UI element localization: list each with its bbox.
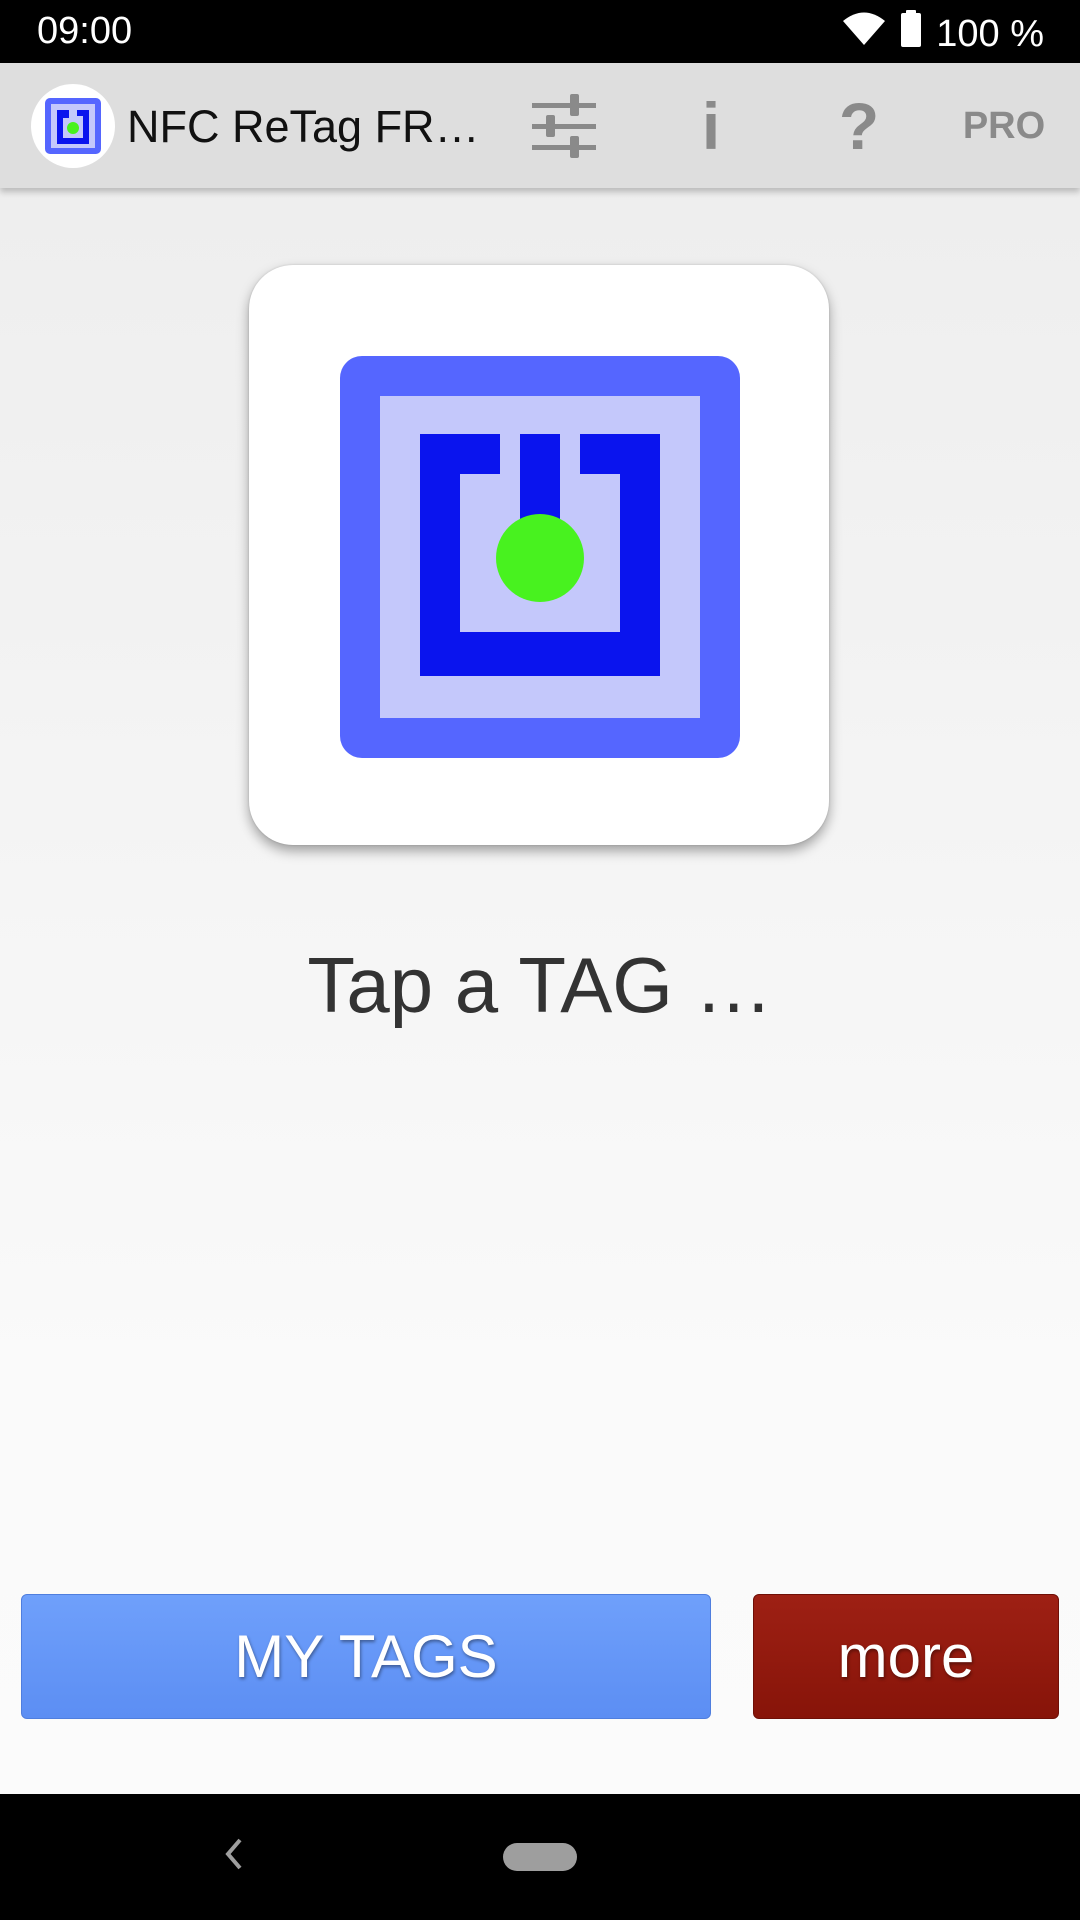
my-tags-button[interactable]: MY TAGS (21, 1594, 711, 1719)
more-button[interactable]: more (753, 1594, 1059, 1719)
tap-tag-prompt: Tap a TAG … (307, 941, 773, 1029)
status-right: 100 % (842, 10, 1044, 58)
settings-sliders-icon[interactable] (528, 88, 600, 164)
battery-percent: 100 % (936, 12, 1044, 55)
battery-icon (900, 10, 922, 58)
help-icon[interactable]: ? (834, 88, 884, 164)
app-toolbar: NFC ReTag FR… i ? PRO (0, 63, 1080, 188)
navigation-bar (0, 1794, 1080, 1920)
back-icon[interactable] (218, 1832, 250, 1881)
app-logo-icon[interactable] (31, 84, 115, 168)
pro-button[interactable]: PRO (962, 88, 1046, 164)
status-time: 09:00 (37, 10, 133, 52)
tag-card (249, 265, 829, 845)
app-title: NFC ReTag FR… (127, 101, 480, 152)
wifi-icon (842, 12, 886, 56)
nfc-tag-icon (340, 356, 740, 758)
info-icon[interactable]: i (690, 88, 732, 164)
status-bar: 09:00 100 % (0, 0, 1080, 63)
main-content: Tap a TAG … MY TAGS more (0, 188, 1080, 1794)
home-pill-icon[interactable] (503, 1843, 577, 1871)
